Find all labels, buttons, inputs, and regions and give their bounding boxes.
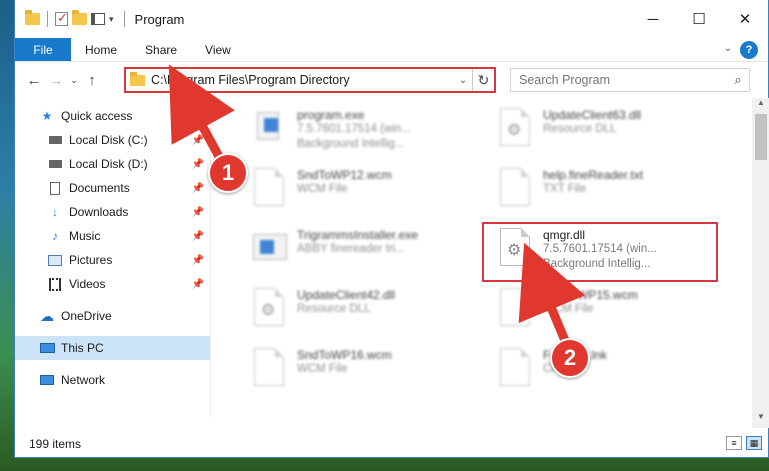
sidebar-item-onedrive[interactable]: ☁ OneDrive: [15, 304, 210, 328]
folder-icon: [130, 71, 145, 86]
address-path[interactable]: C:\Program Files\Program Directory: [151, 73, 454, 87]
navigation-pane: ★ Quick access Local Disk (C:) 📌 Local D…: [15, 98, 211, 418]
computer-icon: [39, 341, 55, 355]
file-item[interactable]: SndToWP15.wcm WCM File: [495, 286, 735, 338]
file-list: program.exe 7.5.7601.17514 (win... Backgro…: [211, 98, 748, 418]
recent-locations-chevron-icon[interactable]: ⌄: [67, 75, 81, 86]
sidebar-item-quick-access[interactable]: ★ Quick access: [15, 104, 210, 128]
sidebar-item-downloads[interactable]: ↓ Downloads 📌: [15, 200, 210, 224]
tab-share[interactable]: Share: [131, 38, 191, 61]
search-icon[interactable]: ⌕: [727, 72, 749, 88]
tab-view[interactable]: View: [191, 38, 245, 61]
tab-home[interactable]: Home: [71, 38, 131, 61]
search-box[interactable]: ⌕: [510, 68, 750, 92]
properties-icon[interactable]: [91, 13, 105, 25]
help-button[interactable]: ?: [740, 41, 758, 59]
file-icon: [249, 346, 289, 390]
pictures-icon: [47, 253, 63, 267]
sidebar-item-documents[interactable]: Documents 📌: [15, 176, 210, 200]
scroll-thumb[interactable]: [755, 114, 767, 160]
folder-icon: [25, 10, 40, 25]
file-item[interactable]: ⚙ UpdateClient42.dll Resource DLL: [249, 286, 489, 338]
maximize-button[interactable]: ☐: [676, 0, 722, 38]
up-arrow-icon[interactable]: ↑: [81, 72, 103, 89]
exe-file-icon: [249, 226, 289, 270]
file-icon: [495, 346, 535, 390]
music-icon: ♪: [52, 229, 58, 243]
sidebar-item-pictures[interactable]: Pictures 📌: [15, 248, 210, 272]
expand-ribbon-icon[interactable]: ⌄: [724, 43, 732, 54]
drive-icon: [47, 133, 63, 147]
dll-file-icon: ⚙: [495, 106, 535, 150]
view-toggles: ≡ ▦: [726, 436, 762, 450]
sidebar-item-this-pc[interactable]: This PC: [15, 336, 210, 360]
file-item[interactable]: ⚙ UpdateClient63.dll Resource DLL: [495, 106, 735, 158]
window-controls: ─ ☐ ✕: [630, 0, 768, 38]
pin-icon[interactable]: 📌: [192, 207, 204, 218]
tiles-view-icon[interactable]: ▦: [746, 436, 762, 450]
sidebar-item-music[interactable]: ♪ Music 📌: [15, 224, 210, 248]
refresh-icon[interactable]: ↻: [472, 69, 494, 91]
pin-icon[interactable]: 📌: [192, 231, 204, 242]
minimize-button[interactable]: ─: [630, 0, 676, 38]
forward-arrow-icon[interactable]: →: [45, 72, 67, 89]
content-area: ★ Quick access Local Disk (C:) 📌 Local D…: [15, 98, 769, 428]
sidebar-item-network[interactable]: Network: [15, 368, 210, 392]
tab-file[interactable]: File: [15, 38, 71, 61]
file-item[interactable]: program.exe 7.5.7601.17514 (win... Backgro…: [249, 106, 489, 158]
pin-icon[interactable]: 📌: [192, 279, 204, 290]
customize-toolbar-icon[interactable]: ▾: [109, 14, 114, 25]
download-icon: ↓: [52, 205, 58, 219]
ribbon-tabs: File Home Share View ⌄ ?: [15, 38, 768, 62]
scroll-down-icon[interactable]: ▼: [752, 412, 769, 428]
exe-file-icon: [249, 106, 289, 150]
pin-icon[interactable]: 📌: [192, 255, 204, 266]
file-item[interactable]: TrigrammsInstaller.exe ABBY finereader tr…: [249, 226, 489, 278]
file-item[interactable]: SndToWP12.wcm WCM File: [249, 166, 489, 218]
quick-access-toolbar: ▾ Program: [25, 10, 185, 27]
sidebar-item-videos[interactable]: Videos 📌: [15, 272, 210, 296]
pin-icon[interactable]: 📌: [192, 135, 204, 146]
status-bar: 199 items ≡ ▦: [15, 431, 769, 457]
back-arrow-icon[interactable]: ←: [23, 72, 45, 89]
file-icon: [495, 166, 535, 210]
item-count: 199 items: [29, 437, 82, 451]
window-title: Program: [134, 11, 185, 27]
explorer-window: ▾ Program ─ ☐ ✕ File Home Share View ⌄ ?…: [14, 0, 769, 458]
chevron-down-icon[interactable]: ⌄: [454, 75, 472, 86]
close-button[interactable]: ✕: [722, 0, 768, 38]
details-view-icon[interactable]: ≡: [726, 436, 742, 450]
highlight-box-qmgr: [482, 222, 718, 282]
navigation-bar: ← → ⌄ ↑ C:\Program Files\Program Directo…: [15, 62, 768, 98]
sidebar-item-local-disk-c[interactable]: Local Disk (C:) 📌: [15, 128, 210, 152]
callout-step-1: 1: [208, 153, 248, 193]
address-bar[interactable]: C:\Program Files\Program Directory ⌄ ↻: [124, 67, 496, 93]
pin-icon[interactable]: 📌: [192, 183, 204, 194]
file-item[interactable]: help.fineReader.txt TXT File: [495, 166, 735, 218]
sidebar-item-local-disk-d[interactable]: Local Disk (D:) 📌: [15, 152, 210, 176]
vertical-scrollbar[interactable]: ▲ ▼: [752, 98, 769, 428]
scroll-up-icon[interactable]: ▲: [752, 98, 769, 114]
drive-icon: [47, 157, 63, 171]
cloud-icon: ☁: [40, 307, 54, 324]
file-icon: [249, 166, 289, 210]
new-folder-icon[interactable]: [72, 10, 87, 25]
properties-check-icon[interactable]: [55, 10, 68, 26]
documents-icon: [47, 181, 63, 195]
network-icon: [39, 373, 55, 387]
file-item[interactable]: FastLink.lnkCK File: [495, 346, 735, 398]
callout-step-2: 2: [550, 338, 590, 378]
file-icon: [495, 286, 535, 330]
title-bar: ▾ Program ─ ☐ ✕: [15, 0, 768, 38]
pin-icon[interactable]: 📌: [192, 159, 204, 170]
star-icon: ★: [41, 109, 53, 123]
dll-file-icon: ⚙: [249, 286, 289, 330]
videos-icon: [47, 277, 63, 291]
file-item[interactable]: SndToWP16.wcm WCM File: [249, 346, 489, 398]
search-input[interactable]: [519, 73, 727, 87]
